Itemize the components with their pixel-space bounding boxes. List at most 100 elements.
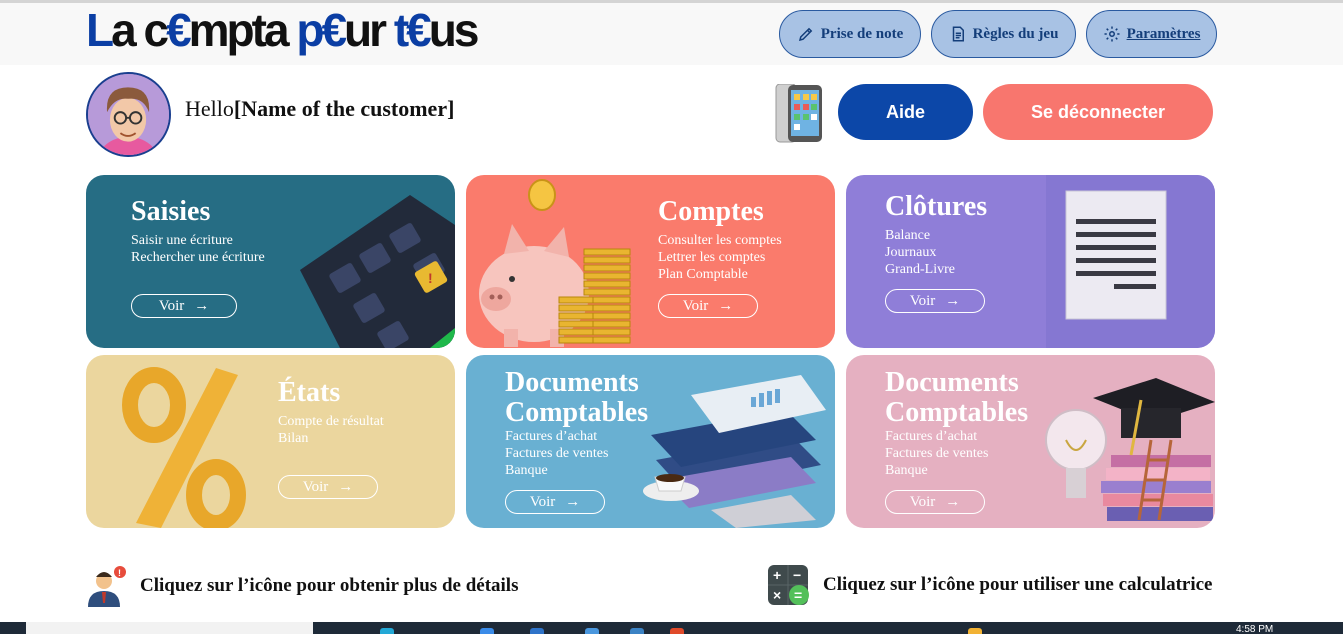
card-lines: Factures d’achat Factures de ventes Banq… [505,428,608,479]
percent-illustration [122,367,246,528]
card-link[interactable]: Compte de résultat [278,413,384,430]
logo-euro: € [166,4,192,56]
card-link[interactable]: Banque [885,462,988,479]
voir-button[interactable]: Voir → [885,289,985,313]
avatar[interactable] [86,72,171,157]
card-link[interactable]: Grand-Livre [885,261,955,278]
details-tip: ! Cliquez sur l’icône pour obtenir plus … [86,565,518,607]
logo-euro: € [406,4,432,56]
note-button-label: Prise de note [820,25,904,42]
voir-label: Voir [682,297,709,314]
card-lines: Compte de résultat Bilan [278,413,384,447]
card-link[interactable]: Plan Comptable [658,266,782,283]
piggy-bank-illustration [479,179,631,347]
taskbar-app-icon[interactable] [380,628,394,634]
logo-part: a c [111,4,169,56]
arrow-right-icon: → [338,478,354,495]
card-etats[interactable]: États Compte de résultat Bilan Voir → [86,355,455,528]
card-title: États [278,377,341,408]
card-link[interactable]: Factures de ventes [885,445,988,462]
card-link[interactable]: Saisir une écriture [131,232,265,249]
logo-letter: p [296,4,324,56]
card-link[interactable]: Journaux [885,244,955,261]
voir-label: Voir [529,493,556,510]
card-title: Saisies [131,196,211,227]
voir-button[interactable]: Voir → [658,294,758,318]
taskbar-app-icon[interactable] [670,628,684,634]
card-title-line: Comptables [505,397,649,428]
card-title: Documents Comptables [505,368,648,428]
greeting-hello: Hello [185,96,234,121]
voir-button[interactable]: Voir → [505,490,605,514]
card-documents-1[interactable]: Documents Comptables Factures d’achat Fa… [466,355,835,528]
voir-label: Voir [909,292,936,309]
calculator-tip-text: Cliquez sur l’icône pour utiliser une ca… [823,574,1213,595]
card-title-line: Documents [885,367,1019,398]
logo-letter: L [86,4,114,56]
graduation-illustration [1045,378,1215,521]
logo-part: us [428,4,480,56]
card-link[interactable]: Balance [885,227,955,244]
taskbar-app-icon[interactable] [968,628,982,634]
card-link[interactable]: Consulter les comptes [658,232,782,249]
card-documents-2[interactable]: Documents Comptables Factures d’achat Fa… [846,355,1215,528]
card-link[interactable]: Factures de ventes [505,445,608,462]
logout-button[interactable]: Se déconnecter [983,84,1213,140]
phone-icon[interactable] [774,83,822,143]
card-link[interactable]: Bilan [278,430,384,447]
svg-text:!: ! [428,270,433,286]
card-link[interactable]: Rechercher une écriture [131,249,265,266]
app-logo[interactable]: La c€mpta p€ur t€us [86,4,480,56]
svg-text:=: = [794,587,802,603]
card-title-line: Comptables [885,397,1029,428]
card-link[interactable]: Lettrer les comptes [658,249,782,266]
logo-letter: t [393,4,409,56]
card-title: Documents Comptables [885,368,1028,428]
settings-button[interactable]: Paramètres [1086,10,1217,58]
voir-label: Voir [302,478,329,495]
taskbar-app-icon[interactable] [585,628,599,634]
document-illustration [1065,190,1167,320]
card-title-line: Documents [505,367,639,398]
arrow-right-icon: → [194,297,210,314]
voir-label: Voir [158,297,185,314]
person-info-icon[interactable]: ! [86,565,126,607]
taskbar-app-icon[interactable] [530,628,544,634]
taskbar-app-icon[interactable] [480,628,494,634]
customer-name: [Name of the customer] [233,96,455,121]
card-link[interactable]: Banque [505,462,608,479]
svg-text:!: ! [118,568,121,578]
arrow-right-icon: → [565,493,581,510]
svg-text:×: × [773,587,781,603]
rules-button[interactable]: Règles du jeu [931,10,1076,58]
taskbar-clock[interactable]: 4:58 PM [1236,624,1273,634]
calculator-tip: + − × = Cliquez sur l’icône pour utilise… [768,565,1212,605]
voir-button[interactable]: Voir → [885,490,985,514]
card-saisies[interactable]: ! Saisies Saisir une écriture Rechercher… [86,175,455,348]
arrow-right-icon: → [945,292,961,309]
card-comptes[interactable]: Comptes Consulter les comptes Lettrer le… [466,175,835,348]
details-tip-text: Cliquez sur l’icône pour obtenir plus de… [140,575,519,596]
voir-button[interactable]: Voir → [278,475,378,499]
arrow-right-icon: → [718,297,734,314]
rules-button-label: Règles du jeu [972,25,1059,42]
svg-text:−: − [793,567,801,583]
card-link[interactable]: Factures d’achat [885,428,988,445]
card-lines: Consulter les comptes Lettrer les compte… [658,232,782,283]
settings-button-label: Paramètres [1126,25,1201,42]
note-button[interactable]: Prise de note [779,10,921,58]
logo-euro: € [321,4,347,56]
help-button[interactable]: Aide [838,84,973,140]
voir-button[interactable]: Voir → [131,294,237,318]
pencil-icon [798,27,813,42]
card-title: Comptes [658,196,764,227]
card-link[interactable]: Factures d’achat [505,428,608,445]
calculator-icon[interactable]: + − × = [768,565,809,605]
taskbar-app-icon[interactable] [630,628,644,634]
card-clotures[interactable]: Clôtures Balance Journaux Grand-Livre Vo… [846,175,1215,348]
card-title: Clôtures [885,191,988,222]
taskbar-search[interactable] [26,622,313,634]
card-lines: Balance Journaux Grand-Livre [885,227,955,278]
voir-label: Voir [909,493,936,510]
keyboard-illustration: ! [300,195,455,348]
